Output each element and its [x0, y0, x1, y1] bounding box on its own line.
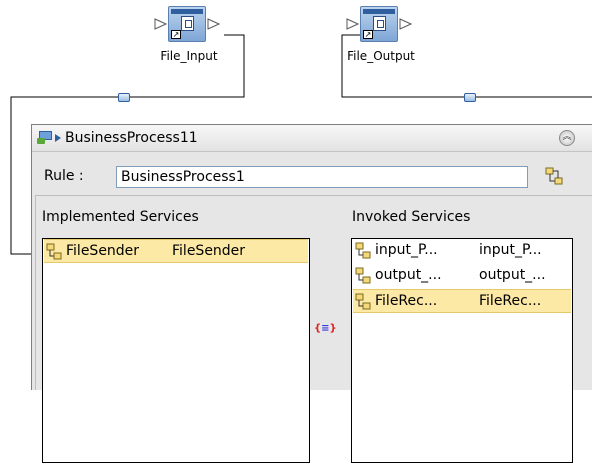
service-icon: [355, 242, 371, 259]
rule-label: Rule :: [44, 168, 84, 184]
services-area: Implemented Services Invoked Services Fi…: [35, 195, 592, 463]
service-icon: [355, 267, 371, 284]
mapping-icon[interactable]: {≡}: [314, 323, 337, 334]
service-name: FileSender: [66, 243, 140, 259]
service-name: FileRec...: [375, 293, 438, 309]
list-item[interactable]: FileSender FileSender: [44, 239, 308, 263]
business-process-icon: [37, 131, 52, 144]
service-name: output_...: [375, 267, 442, 283]
list-item[interactable]: output_... output_...: [353, 264, 571, 288]
play-arrow-icon: [55, 134, 61, 142]
service-icon: [355, 293, 371, 310]
file-output-node[interactable]: ↗ File_Output: [333, 4, 429, 74]
service-name: input_P...: [375, 242, 438, 258]
service-operation: FileSender: [172, 243, 246, 259]
wire-connector-icon[interactable]: [118, 93, 130, 102]
collapse-button[interactable]: ︽: [559, 130, 575, 146]
business-process-panel[interactable]: BusinessProcess11 ︽ Rule : Implemented S…: [31, 124, 592, 463]
rule-browse-button[interactable]: [544, 166, 564, 186]
shortcut-icon: ↗: [171, 30, 181, 39]
service-icon: [46, 243, 62, 260]
rule-field[interactable]: [116, 166, 528, 188]
implemented-services-list[interactable]: FileSender FileSender: [42, 238, 310, 463]
process-name: BusinessProcess11: [65, 130, 198, 146]
service-operation: FileRec...: [479, 293, 542, 309]
list-item[interactable]: input_P... input_P...: [353, 239, 571, 263]
node-label: File_Output: [347, 49, 415, 63]
implemented-services-heading: Implemented Services: [42, 209, 199, 225]
input-port-arrow-icon: [346, 18, 360, 30]
node-label: File_Input: [160, 49, 218, 63]
wire-connector-icon[interactable]: [464, 93, 476, 102]
output-port-arrow-icon: [399, 18, 413, 30]
file-input-node[interactable]: ↗ File_Input: [141, 4, 237, 74]
list-item[interactable]: FileRec... FileRec...: [353, 289, 571, 313]
service-operation: output_...: [479, 267, 546, 283]
service-operation: input_P...: [479, 242, 542, 258]
component-icon: ↗: [360, 6, 398, 42]
input-port-arrow-icon: [154, 18, 168, 30]
double-chevron-up-icon: ︽: [562, 132, 572, 142]
component-icon: ↗: [168, 6, 206, 42]
process-title-bar[interactable]: BusinessProcess11 ︽: [32, 125, 592, 152]
invoked-services-list[interactable]: input_P... input_P... output_... output_…: [351, 238, 573, 463]
output-port-arrow-icon: [207, 18, 221, 30]
shortcut-icon: ↗: [363, 30, 373, 39]
invoked-services-heading: Invoked Services: [352, 209, 471, 225]
